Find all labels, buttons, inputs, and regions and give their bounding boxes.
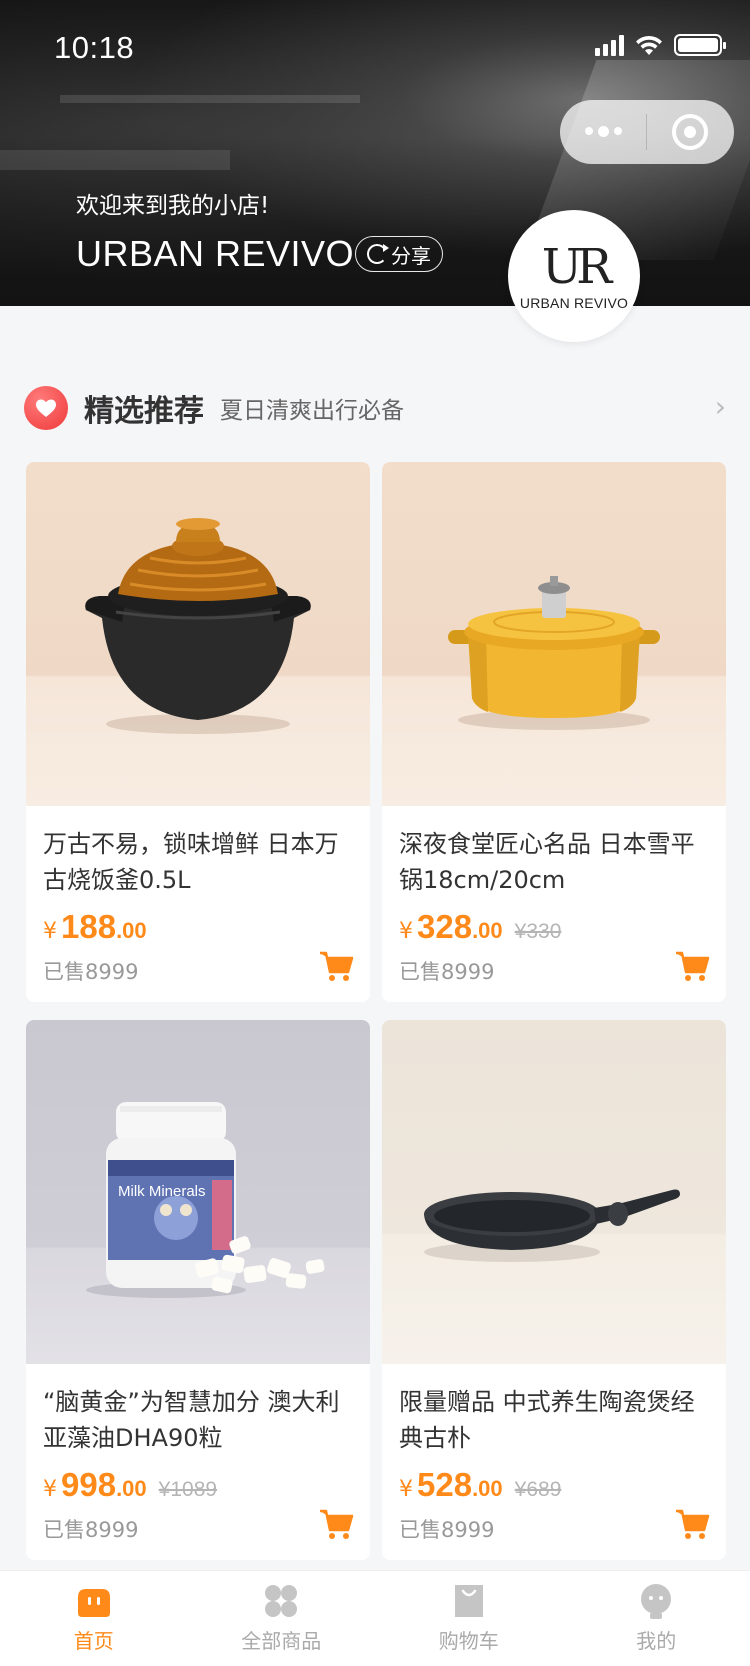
product-card[interactable]: 万古不易，锁味增鲜 日本万古烧饭釜0.5L ¥ 188 .00 已售8999 <box>26 462 370 1002</box>
heart-icon <box>24 386 68 430</box>
tab-label: 购物车 <box>438 1629 499 1653</box>
shop-logo: UR URBAN REVIVO <box>508 210 640 342</box>
welcome-text: 欢迎来到我的小店! <box>76 193 270 219</box>
price-row: ¥ 528 .00 ¥689 <box>399 1466 561 1504</box>
miniprogram-capsule <box>560 100 734 164</box>
product-title: 限量赠品 中式养生陶瓷煲经典古朴 <box>399 1388 695 1452</box>
original-price: ¥1089 <box>158 1478 218 1501</box>
price-row: ¥ 328 .00 ¥330 <box>399 908 561 946</box>
sold-count: 已售8999 <box>43 1518 139 1542</box>
battery-icon <box>674 34 726 56</box>
sold-count: 已售8999 <box>399 960 495 984</box>
currency-symbol: ¥ <box>399 1477 413 1502</box>
featured-section-header[interactable]: 精选推荐 夏日清爽出行必备 › <box>24 384 726 432</box>
original-price: ¥689 <box>514 1478 562 1501</box>
bag-icon <box>454 1585 483 1617</box>
product-image-yellow-casserole <box>382 462 726 806</box>
bottom-tab-bar: 首页 全部商品 购物车 我的 <box>0 1570 750 1666</box>
banner-decoration <box>0 150 230 170</box>
tab-home[interactable]: 首页 <box>0 1571 188 1666</box>
share-icon <box>367 244 389 264</box>
original-price: ¥330 <box>514 920 562 943</box>
add-to-cart-icon[interactable] <box>674 1506 710 1542</box>
tab-cart[interactable]: 购物车 <box>375 1571 563 1666</box>
tab-label: 首页 <box>73 1629 114 1653</box>
tab-all-products[interactable]: 全部商品 <box>188 1571 376 1666</box>
sold-count: 已售8999 <box>399 1518 495 1542</box>
grid-icon <box>265 1585 298 1617</box>
add-to-cart-icon[interactable] <box>318 948 354 984</box>
more-dots-icon <box>584 126 622 137</box>
product-image-supplement-bottle: Milk Minerals <box>26 1020 370 1364</box>
add-to-cart-icon[interactable] <box>674 948 710 984</box>
sold-count: 已售8999 <box>43 960 139 984</box>
status-icons <box>595 34 726 56</box>
share-button[interactable]: 分享 <box>355 236 443 272</box>
price-integer: 998 <box>61 1466 117 1503</box>
currency-symbol: ¥ <box>43 1477 57 1502</box>
currency-symbol: ¥ <box>399 919 413 944</box>
tab-profile[interactable]: 我的 <box>563 1571 750 1666</box>
status-bar: 10:18 <box>0 0 750 96</box>
price-row: ¥ 998 .00 ¥1089 <box>43 1466 217 1504</box>
banner-decoration <box>60 95 360 103</box>
share-label: 分享 <box>391 243 431 268</box>
price-decimal: .00 <box>472 1476 503 1501</box>
product-title: “脑黄金”为智慧加分 澳大利亚藻油DHA90粒 <box>43 1388 340 1452</box>
section-subtitle: 夏日清爽出行必备 <box>220 398 404 424</box>
section-title: 精选推荐 <box>84 394 204 429</box>
target-icon <box>672 114 708 150</box>
tab-label: 我的 <box>636 1629 677 1653</box>
product-card[interactable]: 深夜食堂匠心名品 日本雪平锅18cm/20cm ¥ 328 .00 ¥330 已… <box>382 462 726 1002</box>
tab-label: 全部商品 <box>241 1629 322 1653</box>
signal-icon <box>595 34 624 56</box>
price-integer: 328 <box>417 908 473 945</box>
shop-name: URBAN REVIVO <box>76 233 355 274</box>
product-title: 万古不易，锁味增鲜 日本万古烧饭釜0.5L <box>43 830 339 894</box>
close-miniprogram-button[interactable] <box>647 100 733 164</box>
product-card[interactable]: Milk Minerals “脑黄金”为智慧加分 澳大利亚藻油DHA90粒 ¥ … <box>26 1020 370 1560</box>
bottle-label: Milk Minerals <box>118 1183 206 1200</box>
logo-mark: UR <box>541 239 613 295</box>
price-decimal: .00 <box>116 1476 147 1501</box>
status-time: 10:18 <box>54 30 135 65</box>
logo-text: URBAN REVIVO <box>519 295 629 311</box>
price-decimal: .00 <box>116 918 147 943</box>
home-icon <box>77 1589 110 1617</box>
product-image-frying-pan <box>382 1020 726 1364</box>
price-integer: 188 <box>61 908 117 945</box>
wifi-icon <box>636 35 662 55</box>
more-button[interactable] <box>560 100 646 164</box>
price-decimal: .00 <box>472 918 503 943</box>
product-card[interactable]: 限量赠品 中式养生陶瓷煲经典古朴 ¥ 528 .00 ¥689 已售8999 <box>382 1020 726 1560</box>
product-image-clay-pot <box>26 462 370 806</box>
user-icon <box>641 1584 672 1619</box>
add-to-cart-icon[interactable] <box>318 1506 354 1542</box>
chevron-right-icon: › <box>714 390 726 423</box>
currency-symbol: ¥ <box>43 919 57 944</box>
product-title: 深夜食堂匠心名品 日本雪平锅18cm/20cm <box>399 830 695 894</box>
price-integer: 528 <box>417 1466 473 1503</box>
price-row: ¥ 188 .00 <box>43 908 147 946</box>
